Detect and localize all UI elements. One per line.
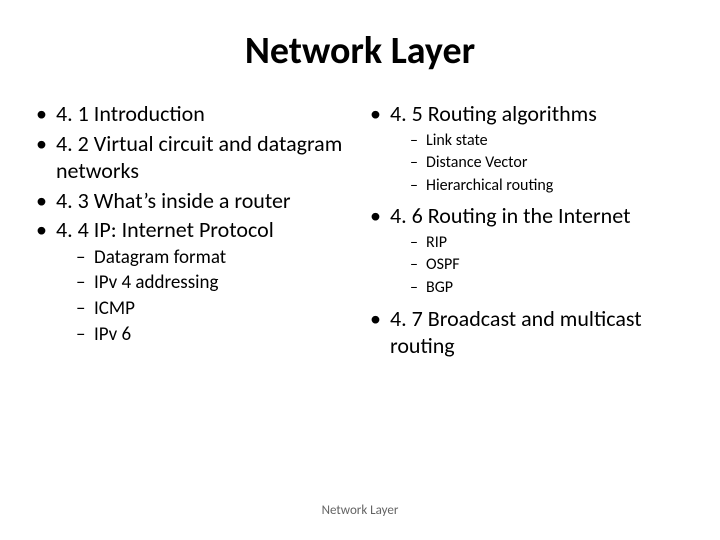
list-item: – Datagram format (76, 246, 350, 271)
list-item: • 4. 5 Routing algorithms (370, 100, 684, 128)
item-text: IPv 4 addressing (94, 271, 350, 296)
list-item: – RIP (410, 232, 684, 254)
dash-icon: – (410, 152, 426, 174)
item-text: 4. 4 IP: Internet Protocol (56, 216, 350, 244)
bullet-icon: • (370, 305, 390, 333)
list-item: • 4. 7 Broadcast and multicast routing (370, 305, 684, 360)
item-text: 4. 3 What’s inside a router (56, 187, 350, 215)
list-item: – Distance Vector (410, 152, 684, 174)
bullet-icon: • (370, 100, 390, 128)
bullet-icon: • (36, 100, 56, 128)
item-text: ICMP (94, 297, 350, 322)
item-text: 4. 6 Routing in the Internet (390, 202, 684, 230)
list-item: – OSPF (410, 254, 684, 276)
list-item: – ICMP (76, 297, 350, 322)
list-item: – IPv 6 (76, 323, 350, 348)
item-text: Datagram format (94, 246, 350, 271)
item-text: 4. 1 Introduction (56, 100, 350, 128)
list-item: • 4. 3 What’s inside a router (36, 187, 350, 215)
item-text: 4. 2 Virtual circuit and datagram networ… (56, 130, 350, 185)
dash-icon: – (410, 175, 426, 197)
slide-footer: Network Layer (0, 503, 720, 518)
item-text: BGP (426, 277, 684, 299)
dash-icon: – (410, 277, 426, 299)
list-item: – Link state (410, 130, 684, 152)
dash-icon: – (76, 246, 94, 271)
dash-icon: – (410, 232, 426, 254)
bullet-icon: • (36, 216, 56, 244)
item-text: RIP (426, 232, 684, 254)
page-title: Network Layer (36, 28, 684, 74)
dash-icon: – (410, 254, 426, 276)
list-item: • 4. 6 Routing in the Internet (370, 202, 684, 230)
dash-icon: – (76, 271, 94, 296)
item-text: Link state (426, 130, 684, 152)
content-columns: • 4. 1 Introduction • 4. 2 Virtual circu… (36, 100, 684, 362)
dash-icon: – (76, 297, 94, 322)
list-item: – IPv 4 addressing (76, 271, 350, 296)
item-text: Distance Vector (426, 152, 684, 174)
slide: Network Layer • 4. 1 Introduction • 4. 2… (0, 0, 720, 540)
item-text: 4. 7 Broadcast and multicast routing (390, 305, 684, 360)
item-text: Hierarchical routing (426, 175, 684, 197)
list-item: – Hierarchical routing (410, 175, 684, 197)
item-text: OSPF (426, 254, 684, 276)
dash-icon: – (410, 130, 426, 152)
bullet-icon: • (36, 130, 56, 158)
bullet-icon: • (370, 202, 390, 230)
left-column: • 4. 1 Introduction • 4. 2 Virtual circu… (36, 100, 350, 362)
sub-list: – Datagram format – IPv 4 addressing – I… (76, 246, 350, 348)
right-column: • 4. 5 Routing algorithms – Link state –… (370, 100, 684, 362)
item-text: 4. 5 Routing algorithms (390, 100, 684, 128)
bullet-icon: • (36, 187, 56, 215)
list-item: – BGP (410, 277, 684, 299)
sub-list: – Link state – Distance Vector – Hierarc… (410, 130, 684, 197)
sub-list: – RIP – OSPF – BGP (410, 232, 684, 299)
list-item: • 4. 2 Virtual circuit and datagram netw… (36, 130, 350, 185)
item-text: IPv 6 (94, 323, 350, 348)
dash-icon: – (76, 323, 94, 348)
list-item: • 4. 4 IP: Internet Protocol (36, 216, 350, 244)
list-item: • 4. 1 Introduction (36, 100, 350, 128)
